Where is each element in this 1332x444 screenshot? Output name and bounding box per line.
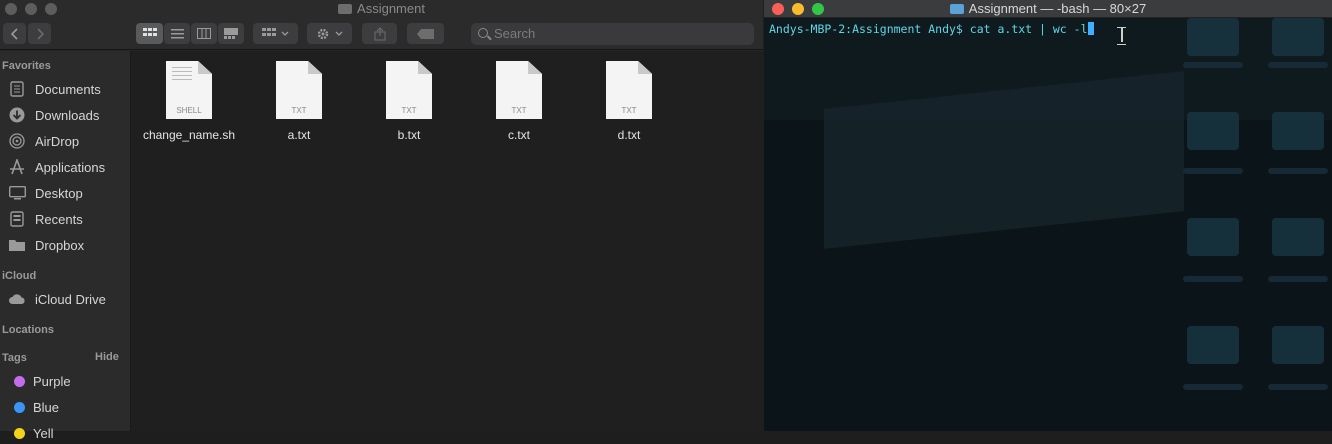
- ibeam-cursor-icon: [1117, 27, 1126, 45]
- desktop-folder-label: [1268, 62, 1328, 68]
- sidebar-item-tag-purple[interactable]: Purple: [8, 370, 71, 392]
- finder-toolbar: Search: [0, 18, 763, 50]
- desktop-folder-icon: [1272, 18, 1324, 56]
- desktop-folder-icon: [1187, 18, 1239, 56]
- action-menu-button[interactable]: [307, 23, 352, 44]
- grid-icon: [142, 27, 157, 36]
- list-icon: [170, 28, 184, 38]
- forward-button[interactable]: [28, 23, 51, 44]
- sidebar-section-icloud: iCloud: [2, 270, 37, 282]
- desktop-folder-icon: [1272, 112, 1324, 150]
- sidebar-tags-hide-button[interactable]: Hide: [95, 351, 119, 363]
- sidebar-section-favorites: Favorites: [2, 60, 51, 72]
- columns-icon: [197, 28, 211, 39]
- applications-icon: [8, 159, 26, 175]
- terminal-command-line[interactable]: Andys-MBP-2:Assignment Andy$ cat a.txt |…: [769, 22, 1094, 36]
- terminal-window[interactable]: Assignment — -bash — 80×27 Andys-MBP-2:A…: [764, 0, 1332, 431]
- text-cursor: [1087, 22, 1094, 35]
- sidebar-item-tag-blue[interactable]: Blue: [8, 396, 59, 418]
- shell-prompt: Andys-MBP-2:Assignment Andy$: [769, 22, 970, 36]
- sidebar-item-downloads[interactable]: Downloads: [8, 104, 99, 126]
- sidebar-item-icloud-drive[interactable]: iCloud Drive: [8, 288, 106, 310]
- documents-icon: [8, 81, 26, 97]
- tag-color-dot: [14, 401, 25, 413]
- file-name: b.txt: [397, 128, 421, 142]
- cloud-icon: [8, 291, 26, 307]
- desktop-folder-label: [1268, 168, 1328, 174]
- tag-icon: [416, 28, 434, 39]
- text-file-icon: TXT: [386, 61, 432, 119]
- chevron-right-icon: [36, 27, 44, 40]
- text-file-icon: TXT: [496, 61, 542, 119]
- desktop-folder-label: [1183, 384, 1243, 390]
- text-file-icon: TXT: [276, 61, 322, 119]
- text-file-icon: TXT: [606, 61, 652, 119]
- sidebar-item-applications[interactable]: Applications: [8, 156, 105, 178]
- list-view-button[interactable]: [164, 23, 190, 44]
- share-button[interactable]: [362, 23, 397, 44]
- search-icon: [478, 28, 488, 38]
- terminal-titlebar[interactable]: Assignment — -bash — 80×27: [764, 0, 1332, 18]
- chevron-left-icon: [10, 27, 18, 40]
- desktop-folder-icon: [1272, 326, 1324, 364]
- finder-sidebar: Favorites Documents Downloads AirDrop Ap…: [0, 51, 131, 441]
- tag-color-dot: [14, 427, 25, 439]
- column-view-button[interactable]: [191, 23, 217, 44]
- desktop-folder-label: [1183, 276, 1243, 282]
- group-by-button[interactable]: [253, 23, 298, 44]
- file-name: change_name.sh: [142, 128, 236, 142]
- desktop-folder-icon: [1187, 218, 1239, 256]
- recents-icon: [8, 211, 26, 227]
- search-input[interactable]: Search: [471, 23, 754, 45]
- desktop-icon: [8, 185, 26, 201]
- sidebar-item-desktop[interactable]: Desktop: [8, 182, 83, 204]
- file-name: c.txt: [507, 128, 530, 142]
- gallery-icon: [224, 28, 238, 39]
- desktop-folder-label: [1268, 276, 1328, 282]
- desktop-folder-icon: [1187, 326, 1239, 364]
- sidebar-item-dropbox[interactable]: Dropbox: [8, 234, 84, 256]
- finder-titlebar: Assignment: [0, 0, 763, 18]
- sidebar-item-tag-yellow[interactable]: Yell: [8, 422, 53, 444]
- desktop-folder-label: [1183, 62, 1243, 68]
- icon-view-button[interactable]: [136, 23, 163, 44]
- edit-tags-button[interactable]: [407, 23, 444, 44]
- desktop-folder-label: [1268, 384, 1328, 390]
- finder-file-area: SHELL change_name.sh TXT a.txt TXT b.txt…: [131, 51, 763, 431]
- shell-script-icon: SHELL: [166, 61, 212, 119]
- finder-window-title: Assignment: [0, 1, 763, 16]
- folder-icon: [338, 4, 353, 14]
- dropbox-folder-icon: [8, 237, 26, 253]
- desktop-folder-icon: [1187, 112, 1239, 150]
- typed-command: cat a.txt | wc -l: [969, 22, 1088, 36]
- back-button[interactable]: [3, 23, 26, 44]
- sidebar-item-airdrop[interactable]: AirDrop: [8, 130, 79, 152]
- desktop-folder-label: [1183, 168, 1243, 174]
- finder-window: Assignment Search Favorites Documents Do…: [0, 0, 763, 441]
- file-item[interactable]: TXT a.txt: [244, 61, 354, 142]
- desktop-folder-icon: [1272, 218, 1324, 256]
- file-item[interactable]: TXT b.txt: [354, 61, 464, 142]
- file-name: a.txt: [287, 128, 311, 142]
- gear-icon: [317, 28, 342, 39]
- file-item[interactable]: SHELL change_name.sh: [134, 61, 244, 142]
- gallery-view-button[interactable]: [218, 23, 244, 44]
- file-item[interactable]: TXT c.txt: [464, 61, 574, 142]
- group-grid-chevron-icon: [261, 28, 288, 36]
- sidebar-item-recents[interactable]: Recents: [8, 208, 83, 230]
- downloads-icon: [8, 107, 26, 123]
- folder-icon: [949, 4, 964, 14]
- file-name: d.txt: [617, 128, 641, 142]
- sidebar-section-locations: Locations: [2, 324, 54, 336]
- tag-color-dot: [14, 375, 25, 387]
- sidebar-item-documents[interactable]: Documents: [8, 78, 101, 100]
- share-icon: [374, 26, 385, 40]
- file-item[interactable]: TXT d.txt: [574, 61, 684, 142]
- terminal-window-title: Assignment — -bash — 80×27: [764, 1, 1332, 16]
- sidebar-section-tags: Tags: [2, 352, 27, 364]
- airdrop-icon: [8, 133, 26, 149]
